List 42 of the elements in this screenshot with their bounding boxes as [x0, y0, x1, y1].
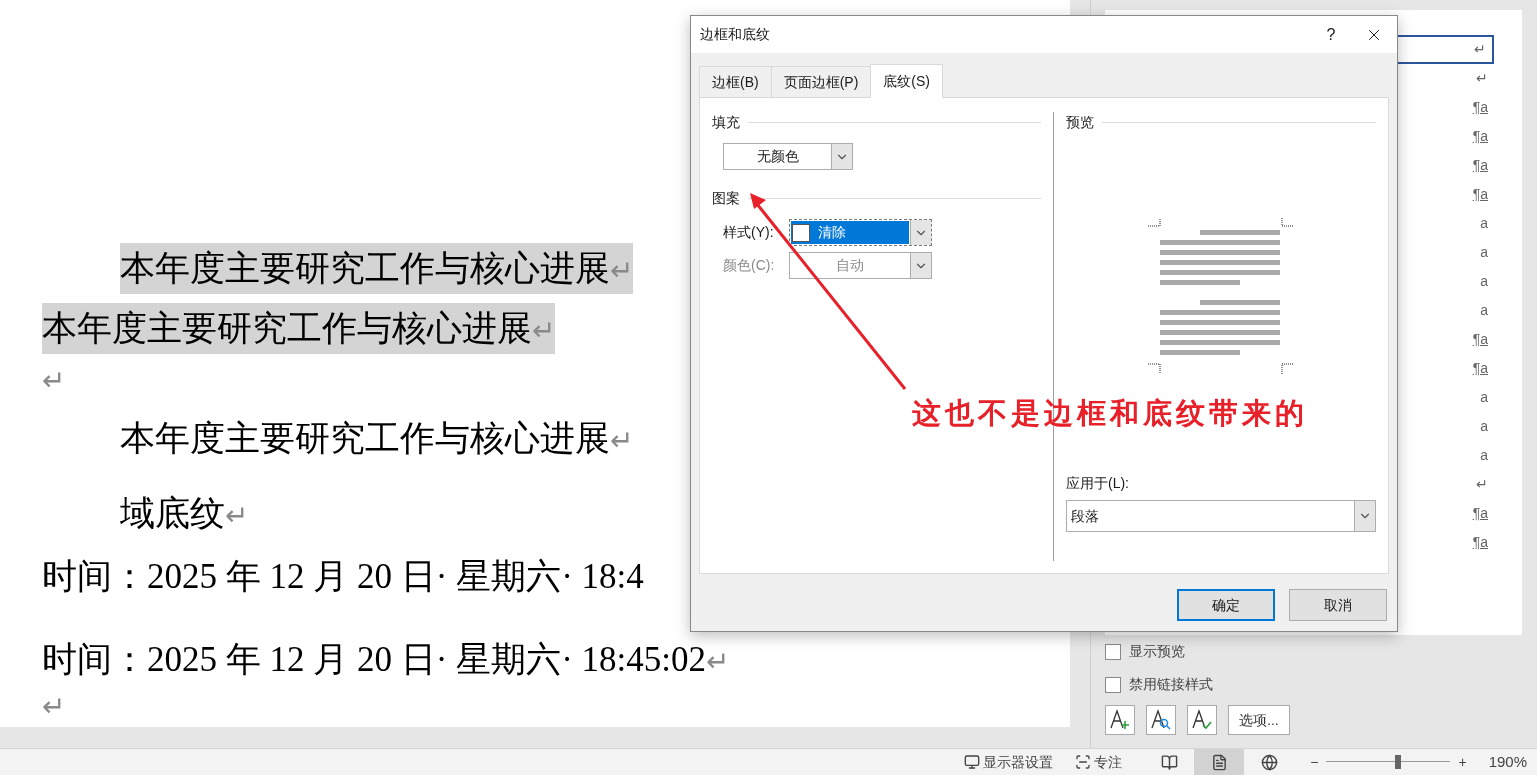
dialog-tab[interactable]: 边框(B)	[699, 66, 772, 97]
paragraph: 时间：2025 年 12 月 20 日· 星期六· 18:45:02↵	[42, 639, 729, 681]
dialog-button[interactable]: 确定	[1177, 589, 1275, 621]
style-inspector-icon[interactable]	[1146, 705, 1176, 735]
annotation-text: 这也不是边框和底纹带来的	[912, 395, 1308, 432]
dialog-button[interactable]: 取消	[1289, 589, 1387, 621]
focus-button[interactable]: 专注	[1075, 751, 1123, 773]
paragraph: ↵	[42, 690, 65, 724]
checkbox-label: 显示预览	[1129, 642, 1185, 661]
zoom-slider-thumb[interactable]	[1395, 755, 1402, 769]
paragraph: 本年度主要研究工作与核心进展↵	[42, 305, 555, 355]
fill-color-dropdown[interactable]: 无颜色	[723, 143, 853, 170]
paragraph: 本年度主要研究工作与核心进展↵	[119, 418, 633, 460]
section-heading: 预览	[1066, 113, 1094, 132]
checkbox[interactable]	[1105, 643, 1121, 660]
section-heading: 填充	[712, 113, 740, 132]
pattern-style-dropdown[interactable]: 清除	[789, 219, 932, 246]
field-label: 颜色(C):	[723, 256, 776, 275]
help-button[interactable]: ?	[1311, 22, 1351, 47]
zoom-out-button[interactable]: −	[1306, 751, 1323, 773]
manage-styles-icon[interactable]	[1187, 705, 1217, 735]
focus-icon	[1075, 754, 1092, 770]
zoom-in-button[interactable]: +	[1454, 751, 1471, 773]
print-view-icon[interactable]	[1194, 748, 1245, 775]
zoom-percent[interactable]: 190%	[1488, 750, 1527, 774]
zoom-slider[interactable]	[1326, 755, 1451, 769]
field-label: 应用于(L):	[1066, 474, 1130, 493]
color-swatch-icon	[792, 223, 810, 242]
options-button[interactable]: 选项...	[1228, 705, 1290, 735]
dialog-tab[interactable]: 底纹(S)	[870, 64, 943, 98]
apply-to-dropdown[interactable]: 段落	[1066, 500, 1376, 532]
field-label: 样式(Y):	[723, 223, 775, 242]
window-title: 边框和底纹	[700, 25, 770, 44]
paragraph: ↵	[42, 364, 65, 398]
checkbox[interactable]	[1105, 676, 1121, 693]
paragraph: 时间：2025 年 12 月 20 日· 星期六· 18:4	[42, 556, 644, 598]
display-settings-button[interactable]: 显示器设置	[964, 751, 1054, 773]
new-style-icon[interactable]	[1105, 705, 1135, 735]
paragraph: 域底纹↵	[119, 493, 248, 535]
checkbox-label: 禁用链接样式	[1129, 675, 1213, 694]
section-heading: 图案	[712, 189, 740, 208]
monitor-icon	[964, 754, 981, 770]
